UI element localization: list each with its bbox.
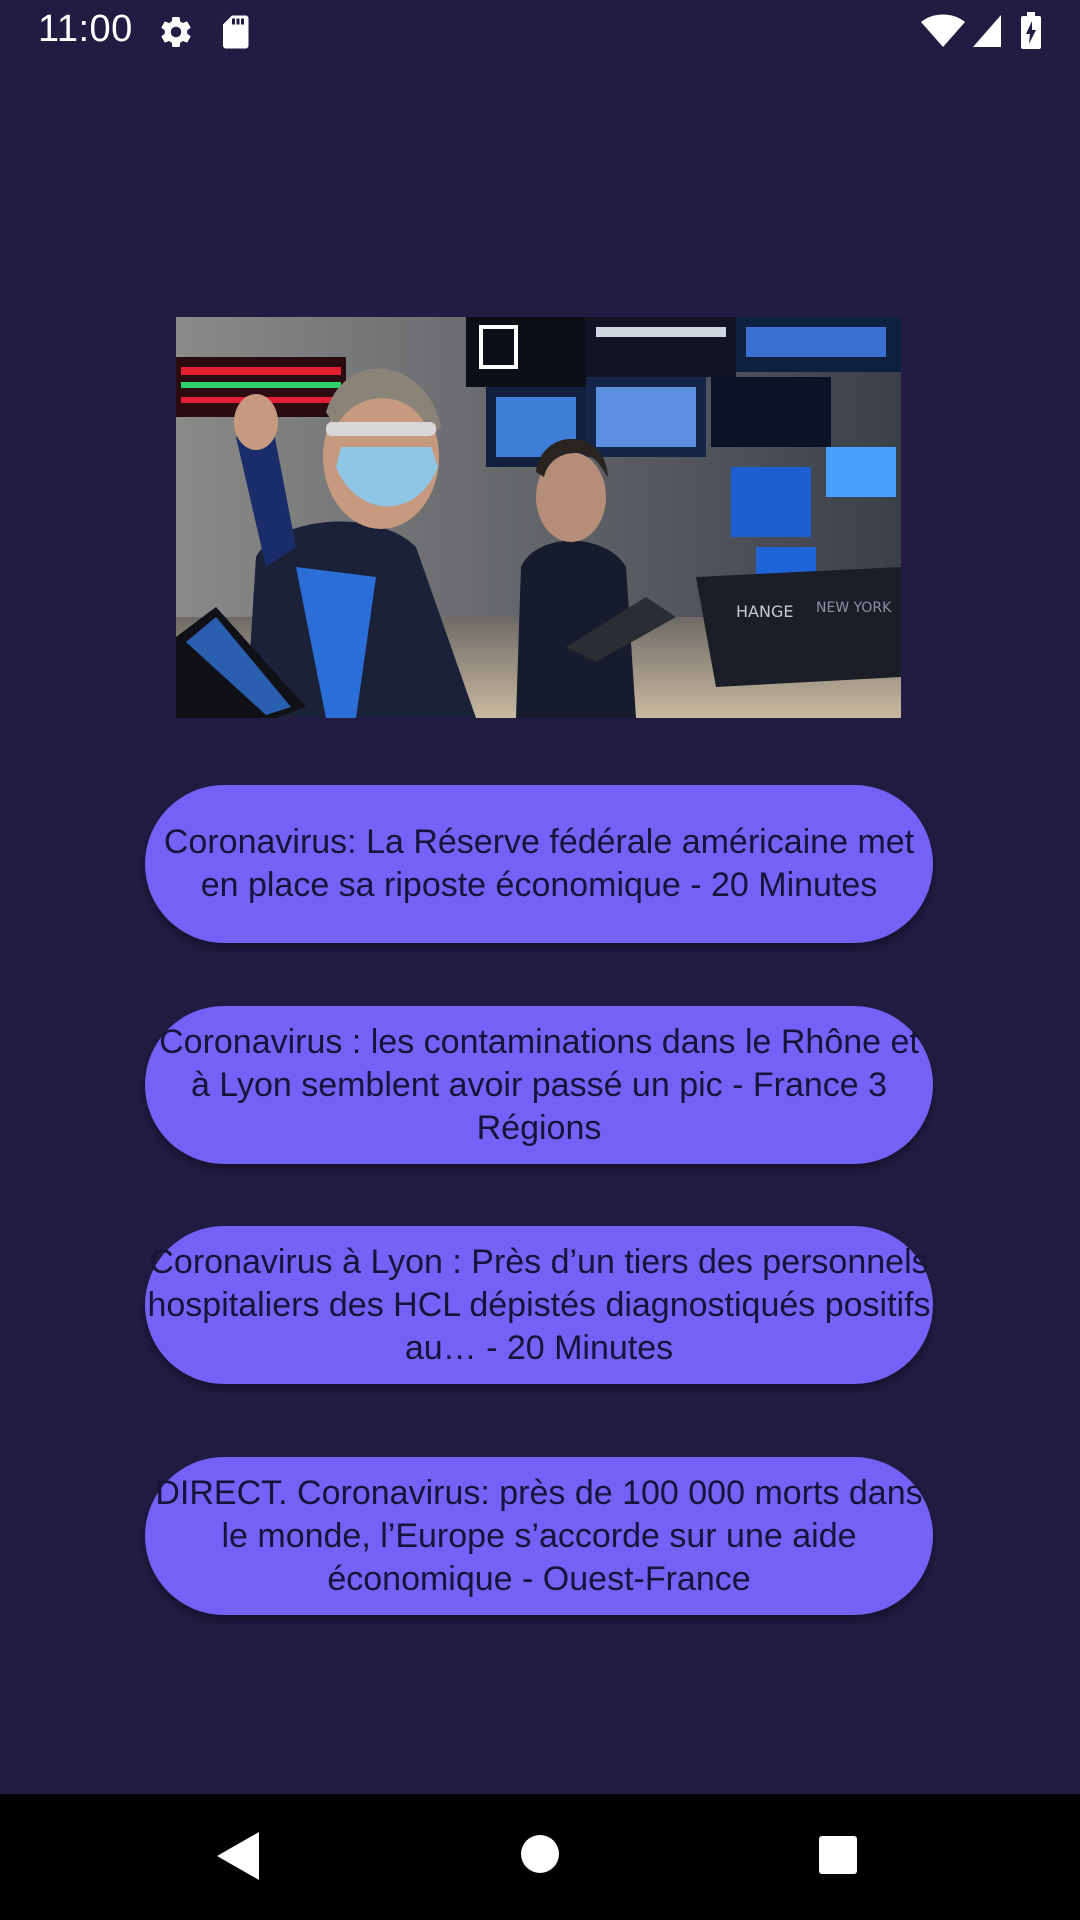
news-button-label: Coronavirus : les contaminations dans le… <box>159 1022 919 1147</box>
news-button[interactable]: Coronavirus: La Réserve fédérale américa… <box>145 785 933 943</box>
news-button[interactable]: DIRECT. Coronavirus: près de 100 000 mor… <box>145 1457 933 1615</box>
news-button-label: DIRECT. Coronavirus: près de 100 000 mor… <box>155 1473 923 1598</box>
news-button-label: Coronavirus: La Réserve fédérale américa… <box>163 823 915 904</box>
back-icon[interactable] <box>215 1830 261 1882</box>
gear-icon <box>161 17 191 48</box>
status-time: 11:00 <box>38 8 133 50</box>
wifi-icon <box>921 14 965 47</box>
news-button-label: Coronavirus à Lyon : Près d’un tiers des… <box>147 1242 931 1367</box>
sd-card-icon <box>223 15 249 49</box>
signal-icon <box>973 15 1001 47</box>
navigation-bar <box>0 1794 1080 1920</box>
news-button[interactable]: Coronavirus à Lyon : Près d’un tiers des… <box>145 1226 933 1384</box>
hero-image: HANGE NEW YORK <box>176 317 901 718</box>
recents-icon[interactable] <box>818 1835 858 1875</box>
battery-icon <box>1021 12 1041 49</box>
home-icon[interactable] <box>520 1834 560 1874</box>
svg-text:NEW YORK: NEW YORK <box>816 600 892 616</box>
svg-text:HANGE: HANGE <box>736 602 793 621</box>
status-bar: 11:00 <box>0 0 1080 64</box>
stock-exchange-photo: HANGE NEW YORK <box>176 317 901 718</box>
news-button[interactable]: Coronavirus : les contaminations dans le… <box>145 1006 933 1164</box>
